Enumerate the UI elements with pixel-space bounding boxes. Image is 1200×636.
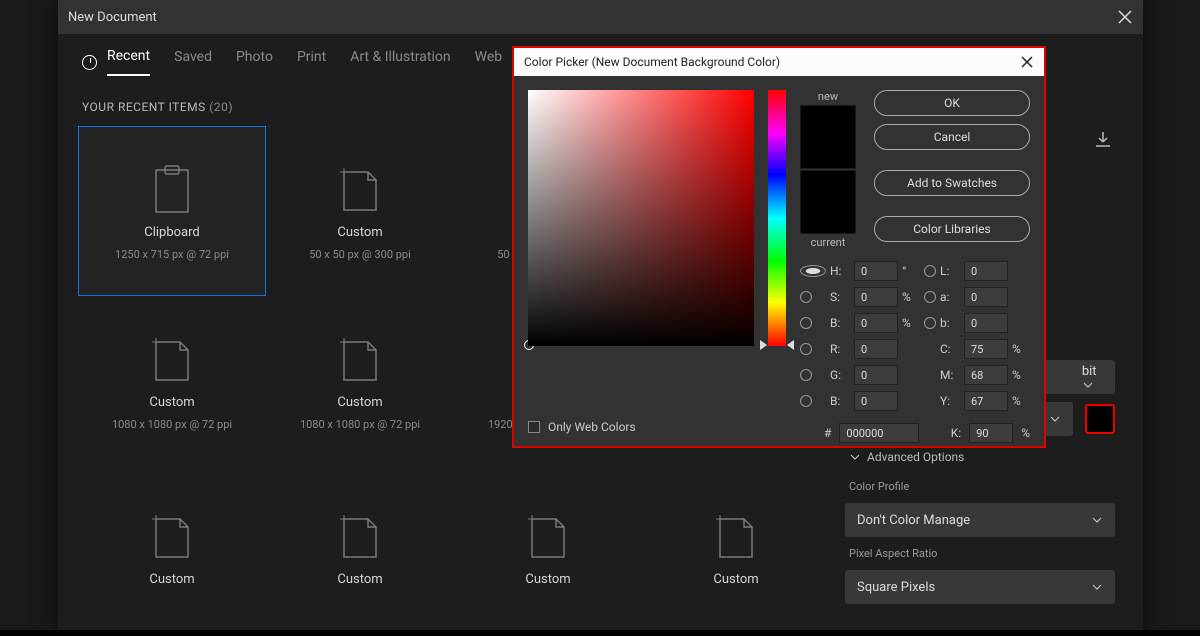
preset-name: Custom [713,572,758,587]
radio-b[interactable] [924,317,936,329]
tab-photo[interactable]: Photo [236,49,273,75]
pixel-ratio-label: Pixel Aspect Ratio [845,545,1115,562]
preset-name: Custom [149,572,194,587]
pixel-ratio-select[interactable]: Square Pixels [845,570,1115,604]
radio-bv[interactable] [800,317,812,329]
y-input[interactable] [964,391,1008,411]
preset-name: Custom [149,395,194,410]
new-label: new [818,90,838,103]
close-icon[interactable] [1020,55,1034,69]
current-color-preview [800,170,856,234]
radio-a[interactable] [924,291,936,303]
radio-bb[interactable] [800,395,812,407]
preset-meta: 1080 x 1080 px @ 72 ppi [112,418,232,431]
tab-web[interactable]: Web [475,49,503,75]
color-picker-dialog: Color Picker (New Document Background Co… [512,46,1046,448]
preset-meta: 1250 x 715 px @ 72 ppi [115,248,229,261]
close-icon[interactable] [1117,9,1133,25]
tab-print[interactable]: Print [297,49,326,75]
h-input[interactable] [854,261,898,281]
sv-cursor[interactable] [524,340,534,350]
l-input[interactable] [964,261,1008,281]
b-input[interactable] [964,313,1008,333]
preset-meta: 1080 x 1080 px @ 72 ppi [300,418,420,431]
radio-h[interactable] [800,265,826,277]
preset-name: Clipboard [144,225,200,240]
titlebar: New Document [58,0,1143,34]
tab-recent[interactable]: Recent [107,48,150,76]
radio-r[interactable] [800,343,812,355]
tab-saved[interactable]: Saved [174,49,212,75]
picker-title: Color Picker (New Document Background Co… [524,55,780,69]
r-input[interactable] [854,339,898,359]
bb-input[interactable] [854,391,898,411]
preset-item[interactable]: Custom [454,466,642,636]
document-icon [712,508,760,564]
cancel-button[interactable]: Cancel [874,124,1030,150]
a-input[interactable] [964,287,1008,307]
color-libraries-button[interactable]: Color Libraries [874,216,1030,242]
document-icon [524,508,572,564]
background-color-swatch[interactable] [1085,404,1115,434]
preset-item[interactable]: Custom 50 x 50 px @ 300 ppi [266,126,454,296]
radio-s[interactable] [800,291,812,303]
document-icon [336,331,384,387]
hex-input[interactable] [839,423,919,443]
document-icon [336,161,384,217]
current-label: current [811,236,846,249]
preset-item[interactable]: Custom [266,466,454,636]
picker-titlebar: Color Picker (New Document Background Co… [514,48,1044,76]
preset-name: Custom [337,572,382,587]
radio-g[interactable] [800,369,812,381]
clipboard-icon [148,161,196,217]
preset-item[interactable]: Custom [642,466,830,636]
checkbox-icon[interactable] [528,421,540,433]
only-web-label: Only Web Colors [548,420,636,434]
preset-item[interactable]: Custom [78,466,266,636]
clock-icon [82,55,97,70]
color-fields: H:° L: S:% a: B:% b: R: C:% G: M:% B: Y:… [800,261,1030,411]
bv-input[interactable] [854,313,898,333]
radio-l[interactable] [924,265,936,277]
window-title: New Document [68,10,157,25]
preset-name: Custom [337,225,382,240]
tab-art[interactable]: Art & Illustration [350,49,450,75]
document-icon [148,331,196,387]
recent-header-text: YOUR RECENT ITEMS [82,100,206,114]
hash-label: # [824,426,831,440]
s-input[interactable] [854,287,898,307]
preset-name: Custom [337,395,382,410]
ok-button[interactable]: OK [874,90,1030,116]
download-icon[interactable] [1093,130,1113,150]
chevron-down-icon [1091,514,1103,526]
saturation-value-field[interactable] [528,90,754,346]
only-web-colors[interactable]: Only Web Colors [528,420,636,434]
chevron-down-icon [1082,379,1094,391]
hue-handle-right[interactable] [787,340,794,350]
chevron-down-icon [1049,413,1061,425]
c-input[interactable] [964,339,1008,359]
color-profile-label: Color Profile [845,478,1115,495]
hue-handle-left[interactable] [760,340,767,350]
hue-slider[interactable] [768,90,786,346]
document-icon [336,508,384,564]
preset-item[interactable]: Clipboard 1250 x 715 px @ 72 ppi [78,126,266,296]
color-profile-select[interactable]: Don't Color Manage [845,503,1115,537]
chevron-down-icon [1091,581,1103,593]
new-color-preview [800,105,856,169]
preset-name: Custom [525,572,570,587]
add-to-swatches-button[interactable]: Add to Swatches [874,170,1030,196]
g-input[interactable] [854,365,898,385]
m-input[interactable] [964,365,1008,385]
recent-count: (20) [209,100,233,114]
k-input[interactable] [969,423,1013,443]
preset-item[interactable]: Custom 1080 x 1080 px @ 72 ppi [78,296,266,466]
preset-meta: 50 x 50 px @ 300 ppi [309,248,411,261]
preset-item[interactable]: Custom 1080 x 1080 px @ 72 ppi [266,296,454,466]
document-icon [148,508,196,564]
